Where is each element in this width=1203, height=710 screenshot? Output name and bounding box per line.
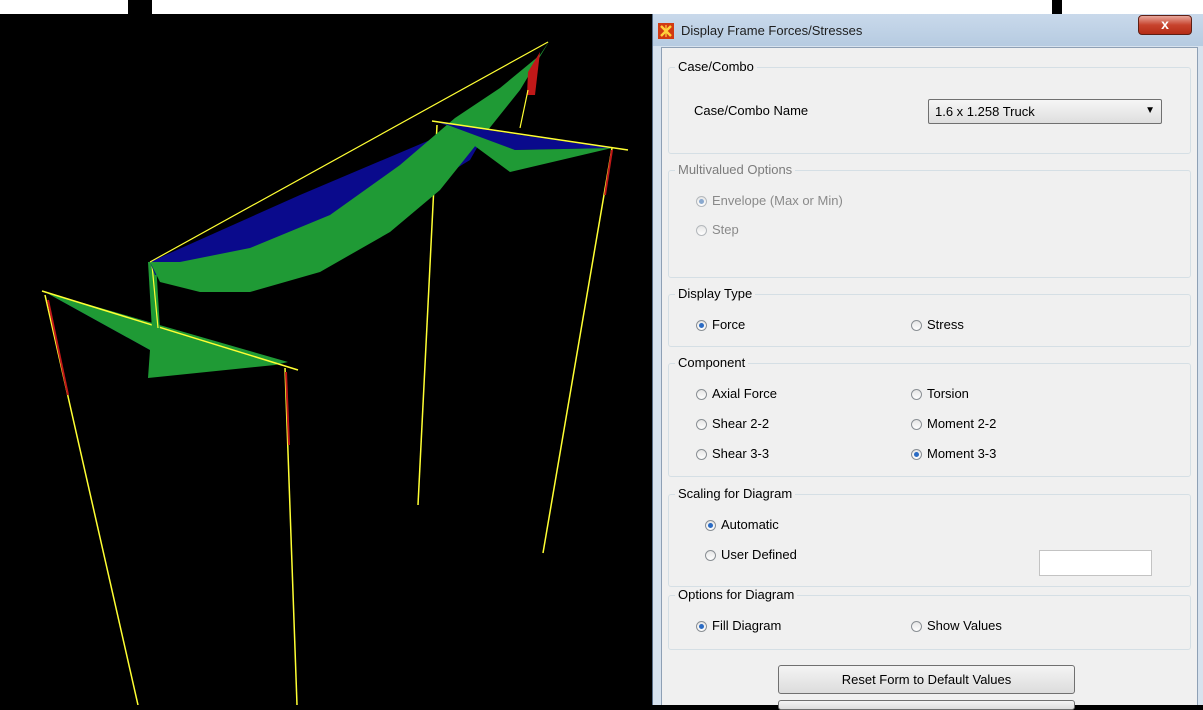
radio-unselected-icon: [911, 419, 922, 430]
dialog-client-area: Case/Combo Case/Combo Name 1.6 x 1.258 T…: [661, 47, 1198, 710]
case-combo-select[interactable]: 1.6 x 1.258 Truck ▼: [928, 99, 1162, 124]
radio-selected-icon: [696, 196, 707, 207]
option-label: Moment 3-3: [927, 446, 997, 461]
dialog-titlebar[interactable]: Display Frame Forces/Stresses x: [653, 14, 1203, 46]
show-values-radio[interactable]: Show Values: [911, 618, 1002, 633]
case-combo-group: Case/Combo Case/Combo Name 1.6 x 1.258 T…: [668, 59, 1191, 154]
model-3d-viewport[interactable]: [0, 0, 652, 705]
force-radio[interactable]: Force: [696, 317, 745, 332]
column-moment-marker: [47, 299, 69, 396]
envelope-radio[interactable]: Envelope (Max or Min): [696, 193, 843, 208]
component-group: Component Axial Force Torsion Shear 2-2 …: [668, 355, 1191, 477]
option-label: Show Values: [927, 618, 1002, 633]
option-label: Stress: [927, 317, 964, 332]
option-label: Axial Force: [712, 386, 778, 401]
display-type-group: Display Type Force Stress: [668, 286, 1191, 347]
connector-line: [519, 89, 529, 129]
group-label: Display Type: [675, 286, 756, 301]
option-label: Step: [712, 222, 739, 237]
radio-unselected-icon: [911, 320, 922, 331]
shear-2-2-radio[interactable]: Shear 2-2: [696, 416, 769, 431]
option-label: Force: [712, 317, 746, 332]
radio-selected-icon: [696, 320, 707, 331]
radio-selected-icon: [911, 449, 922, 460]
radio-unselected-icon: [911, 621, 922, 632]
options-for-diagram-group: Options for Diagram Fill Diagram Show Va…: [668, 587, 1191, 650]
automatic-radio[interactable]: Automatic: [705, 517, 779, 532]
case-combo-selected-value: 1.6 x 1.258 Truck: [935, 104, 1035, 119]
moment-diagram-drawing: [41, 40, 629, 705]
case-combo-name-label: Case/Combo Name: [694, 103, 809, 118]
radio-unselected-icon: [696, 449, 707, 460]
group-label: Scaling for Diagram: [675, 486, 796, 501]
multivalued-options-group: Multivalued Options Envelope (Max or Min…: [668, 162, 1191, 278]
step-radio[interactable]: Step: [696, 222, 739, 237]
torsion-radio[interactable]: Torsion: [911, 386, 969, 401]
user-defined-radio[interactable]: User Defined: [705, 547, 797, 562]
group-label: Multivalued Options: [675, 162, 796, 177]
radio-unselected-icon: [705, 550, 716, 561]
scale-factor-input[interactable]: [1039, 550, 1152, 576]
radio-unselected-icon: [696, 389, 707, 400]
option-label: Moment 2-2: [927, 416, 997, 431]
option-label: Automatic: [721, 517, 779, 532]
close-icon: x: [1161, 16, 1169, 32]
moment-2-2-radio[interactable]: Moment 2-2: [911, 416, 996, 431]
group-label: Options for Diagram: [675, 587, 798, 602]
shear-3-3-radio[interactable]: Shear 3-3: [696, 446, 769, 461]
option-label: User Defined: [721, 547, 797, 562]
chevron-down-icon[interactable]: ▼: [1145, 105, 1155, 116]
radio-unselected-icon: [696, 225, 707, 236]
moment-3-3-radio[interactable]: Moment 3-3: [911, 446, 996, 461]
column-line: [542, 147, 613, 554]
girder-end-moment-marker: [527, 52, 540, 95]
reset-form-button-label: Reset Form to Default Values: [841, 672, 1012, 687]
option-label: Shear 2-2: [712, 416, 770, 431]
column-line: [284, 367, 298, 705]
fill-diagram-radio[interactable]: Fill Diagram: [696, 618, 781, 633]
radio-unselected-icon: [696, 419, 707, 430]
dialog-title: Display Frame Forces/Stresses: [681, 23, 863, 38]
reset-form-button[interactable]: Reset Form to Default Values: [778, 665, 1075, 694]
axial-force-radio[interactable]: Axial Force: [696, 386, 777, 401]
left-cap-beam-positive-moment: [45, 292, 288, 378]
option-label: Fill Diagram: [712, 618, 782, 633]
top-edge-strip-right: [1062, 0, 1203, 14]
close-button[interactable]: x: [1138, 15, 1192, 35]
app-logo-icon: [658, 23, 674, 39]
stress-radio[interactable]: Stress: [911, 317, 964, 332]
radio-selected-icon: [696, 621, 707, 632]
secondary-button-partial[interactable]: [778, 700, 1075, 710]
option-label: Torsion: [927, 386, 969, 401]
display-frame-forces-dialog: Display Frame Forces/Stresses x Case/Com…: [652, 14, 1203, 710]
group-label: Component: [675, 355, 749, 370]
group-label: Case/Combo: [675, 59, 757, 74]
option-label: Shear 3-3: [712, 446, 770, 461]
radio-selected-icon: [705, 520, 716, 531]
radio-unselected-icon: [911, 389, 922, 400]
column-moment-marker: [604, 149, 613, 196]
option-label: Envelope (Max or Min): [712, 193, 843, 208]
